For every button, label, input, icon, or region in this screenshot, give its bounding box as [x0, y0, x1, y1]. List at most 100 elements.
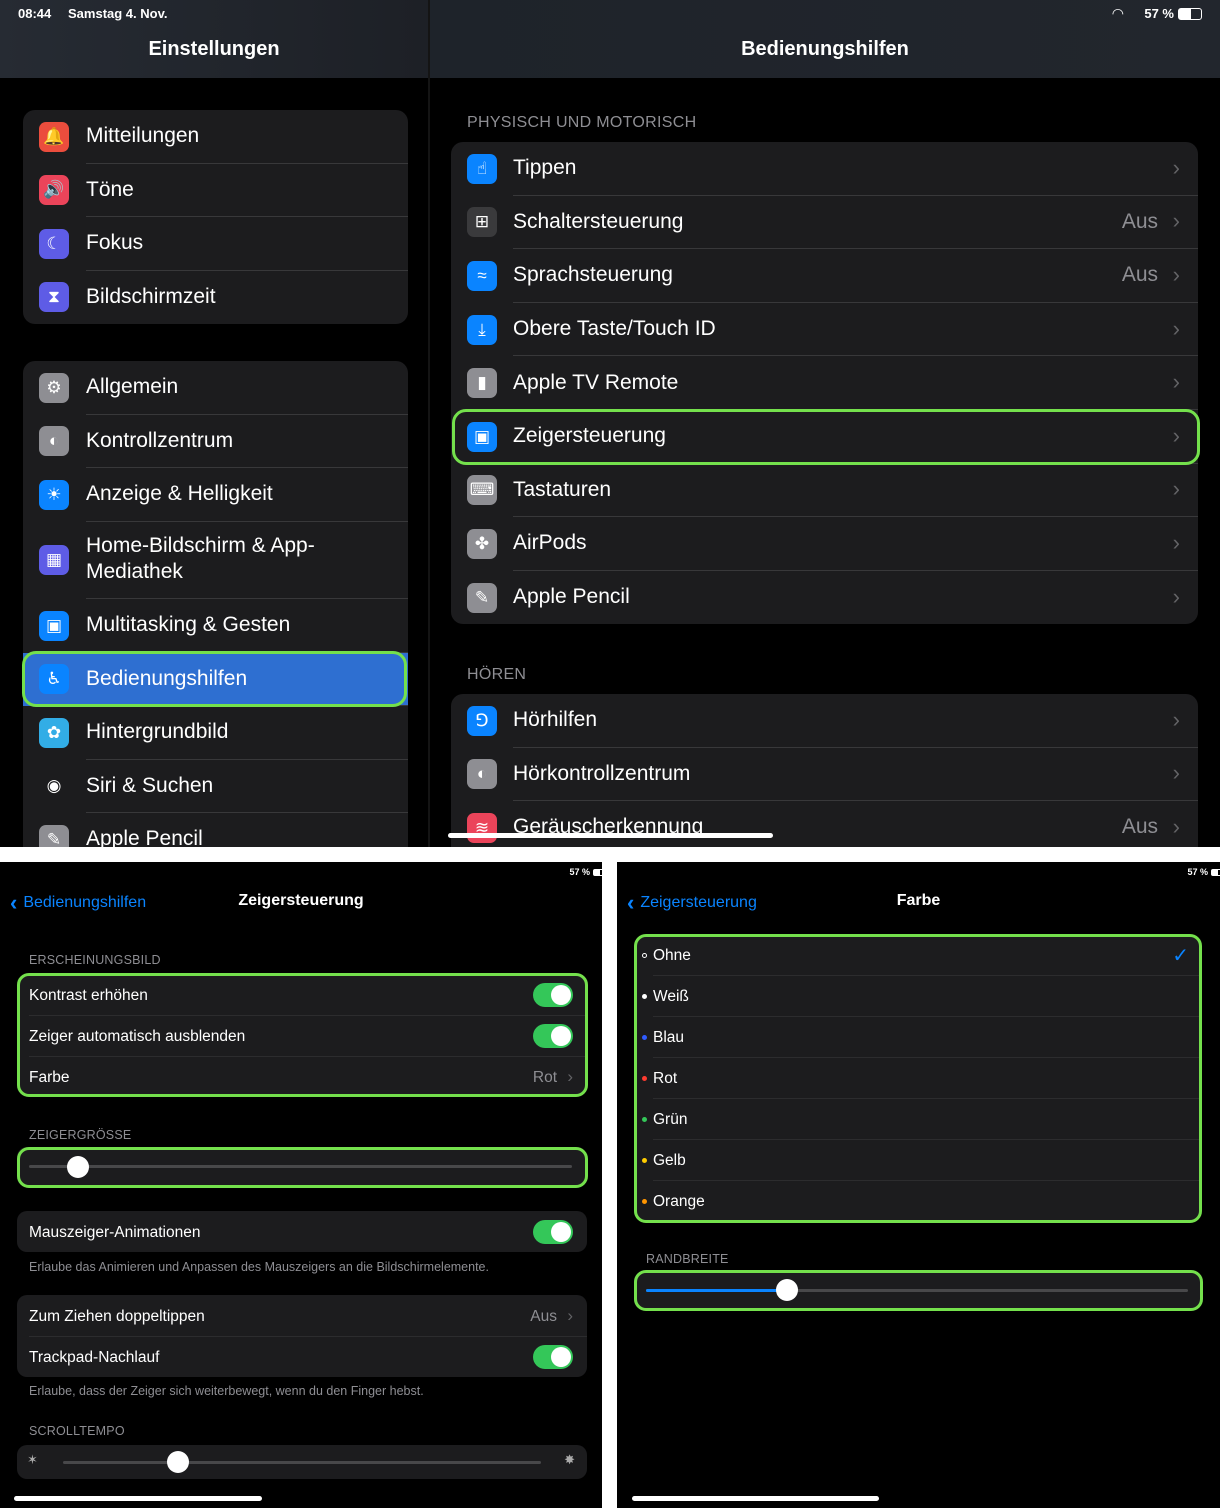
color-options-group: Ohne ✓ Weiß Blau Rot Grün Gelb Orange — [635, 935, 1201, 1222]
checkmark-icon: ✓ — [1172, 945, 1189, 967]
row-label: Fokus — [86, 231, 144, 255]
trackpad-toggle[interactable] — [533, 1345, 573, 1369]
section-scroll-header: SCROLLTEMPO — [29, 1424, 125, 1438]
color-option-blau[interactable]: Blau — [635, 1017, 1201, 1058]
settings-row-bedienungshilfen[interactable]: ♿ Bedienungshilfen — [23, 652, 408, 706]
moon-icon: ☾ — [39, 228, 69, 259]
section-size-header: ZEIGERGRÖSSE — [29, 1128, 132, 1142]
sidebar-group-notifications: 🔔 Mitteilungen 🔊 Töne ☾ Fokus ⧗ Bildschirmzeit — [23, 110, 408, 324]
double-tap-value: Aus — [530, 1308, 557, 1325]
row-label: Multitasking & Gesten — [86, 613, 291, 637]
color-option-label: Weiß — [653, 988, 689, 1005]
animations-label: Mauszeiger-Animationen — [29, 1224, 201, 1241]
color-option-rot[interactable]: Rot — [635, 1058, 1201, 1099]
contrast-toggle[interactable] — [533, 983, 573, 1007]
gear-icon: ⚙ — [39, 372, 69, 403]
row-label: Kontrollzentrum — [86, 428, 234, 452]
color-dot — [642, 1158, 647, 1163]
accessibility-icon: ♿ — [39, 664, 69, 695]
settings-row-obere-taste-touch-id[interactable]: ⤓ Obere Taste/Touch ID › — [451, 303, 1198, 357]
settings-row-mitteilungen[interactable]: 🔔 Mitteilungen — [23, 110, 408, 164]
settings-row-hörhilfen[interactable]: ⅁ Hörhilfen › — [451, 694, 1198, 748]
settings-row-sprachsteuerung[interactable]: ≈ Sprachsteuerung Aus › — [451, 249, 1198, 303]
size-slider-knob[interactable] — [66, 1156, 89, 1178]
scroll-slider-knob[interactable] — [166, 1451, 189, 1473]
settings-row-kontrollzentrum[interactable]: ◐ Kontrollzentrum — [23, 415, 408, 468]
row-label: Apple Pencil — [513, 585, 630, 609]
settings-row-hintergrundbild[interactable]: ✿ Hintergrundbild — [23, 706, 408, 760]
double-tap-row[interactable]: Zum Ziehen doppeltippen Aus › — [17, 1295, 587, 1336]
settings-row-siri-suchen[interactable]: ◉ Siri & Suchen — [23, 760, 408, 813]
scroll-slider-track[interactable] — [63, 1461, 541, 1464]
color-option-orange[interactable]: Orange — [635, 1181, 1201, 1222]
detail-header: Bedienungshilfen — [430, 0, 1220, 78]
settings-row-hörkontrollzentrum[interactable]: ◐ Hörkontrollzentrum › — [451, 748, 1198, 802]
chevron-right-icon: › — [1172, 261, 1180, 287]
row-label: Töne — [86, 177, 134, 201]
wifi-icon: ◠ — [1111, 5, 1124, 21]
color-option-weiß[interactable]: Weiß — [635, 976, 1201, 1017]
settings-row-apple-pencil[interactable]: ✎ Apple Pencil › — [451, 571, 1198, 624]
settings-row-tastaturen[interactable]: ⌨ Tastaturen › — [451, 464, 1198, 518]
color-dot — [642, 1076, 647, 1081]
row-value: Aus — [1121, 815, 1158, 839]
settings-row-zeigersteuerung[interactable]: ▣ Zeigersteuerung › — [451, 410, 1198, 464]
switch-grid-icon: ⊞ — [467, 207, 497, 238]
trackpad-group: Zum Ziehen doppeltippen Aus › Trackpad-N… — [17, 1295, 587, 1377]
border-slider-knob[interactable] — [775, 1279, 798, 1301]
size-slider-track[interactable] — [29, 1165, 572, 1168]
settings-row-fokus[interactable]: ☾ Fokus — [23, 217, 408, 271]
chevron-right-icon: › — [1172, 208, 1180, 234]
row-label: Apple TV Remote — [513, 370, 679, 394]
battery-icon — [1178, 8, 1202, 20]
animations-toggle[interactable] — [533, 1220, 573, 1244]
settings-row-töne[interactable]: 🔊 Töne — [23, 164, 408, 217]
settings-row-tippen[interactable]: ☝ Tippen › — [451, 142, 1198, 196]
status-battery-text: 57 % — [1187, 867, 1208, 877]
settings-row-multitasking-gesten[interactable]: ▣ Multitasking & Gesten — [23, 599, 408, 653]
row-label: Siri & Suchen — [86, 773, 214, 797]
sun-icon: ☀ — [39, 479, 69, 510]
grid-icon: ▦ — [39, 545, 69, 576]
settings-row-apple-tv-remote[interactable]: ▮ Apple TV Remote › — [451, 356, 1198, 410]
animations-footer: Erlaube das Animieren und Anpassen des M… — [29, 1260, 489, 1274]
chevron-right-icon: › — [1172, 476, 1180, 502]
row-label-line2: Mediathek — [86, 559, 183, 583]
border-slider-track[interactable] — [646, 1289, 1188, 1292]
pencil-icon: ✎ — [467, 582, 497, 613]
color-option-gelb[interactable]: Gelb — [635, 1140, 1201, 1181]
row-label: Obere Taste/Touch ID — [513, 317, 716, 341]
chevron-right-icon: › — [1172, 529, 1180, 555]
hearing-group: ⅁ Hörhilfen › ◐ Hörkontrollzentrum › ≋ Geräusch… — [451, 694, 1198, 847]
pointer-control-screen: 57 % ‹ Bedienungshilfen Zeigersteuerung … — [0, 862, 602, 1508]
size-group — [17, 1147, 587, 1187]
autohide-toggle[interactable] — [533, 1024, 573, 1048]
row-label: AirPods — [513, 531, 587, 555]
color-dot — [642, 1199, 647, 1204]
chevron-right-icon: › — [1172, 583, 1180, 609]
motor-group: ☝ Tippen › ⊞ Schaltersteuerung Aus › ≈ Sprachste… — [451, 142, 1198, 624]
section-appearance-header: ERSCHEINUNGSBILD — [29, 953, 161, 967]
settings-row-anzeige-helligkeit[interactable]: ☀ Anzeige & Helligkeit — [23, 468, 408, 522]
settings-row-apple-pencil[interactable]: ✎ Apple Pencil — [23, 813, 408, 847]
settings-row-geräuscherkennung[interactable]: ≋ Geräuscherkennung Aus › — [451, 801, 1198, 847]
chevron-right-icon: › — [1172, 760, 1180, 786]
color-dot — [642, 994, 647, 999]
hand-tap-icon: ☝ — [467, 153, 497, 184]
switches-icon: ◐ — [467, 759, 497, 790]
chevron-right-icon: › — [1172, 369, 1180, 395]
settings-row-home-bildschirm-app[interactable]: ▦ Home-Bildschirm & App- Mediathek — [23, 522, 408, 599]
color-row[interactable]: Farbe Rot › — [17, 1056, 587, 1096]
turtle-icon: ✶ — [27, 1452, 38, 1467]
settings-row-airpods[interactable]: ✤ AirPods › — [451, 517, 1198, 571]
contrast-label: Kontrast erhöhen — [29, 987, 148, 1004]
color-option-grün[interactable]: Grün — [635, 1099, 1201, 1140]
row-label: Tastaturen — [513, 477, 612, 501]
animations-group: Mauszeiger-Animationen — [17, 1211, 587, 1252]
settings-row-bildschirmzeit[interactable]: ⧗ Bildschirmzeit — [23, 271, 408, 325]
color-option-ohne[interactable]: Ohne ✓ — [635, 935, 1201, 976]
keyboard-icon: ⌨ — [467, 475, 497, 506]
chevron-right-icon: › — [1172, 315, 1180, 341]
settings-row-schaltersteuerung[interactable]: ⊞ Schaltersteuerung Aus › — [451, 196, 1198, 250]
settings-row-allgemein[interactable]: ⚙ Allgemein — [23, 361, 408, 415]
